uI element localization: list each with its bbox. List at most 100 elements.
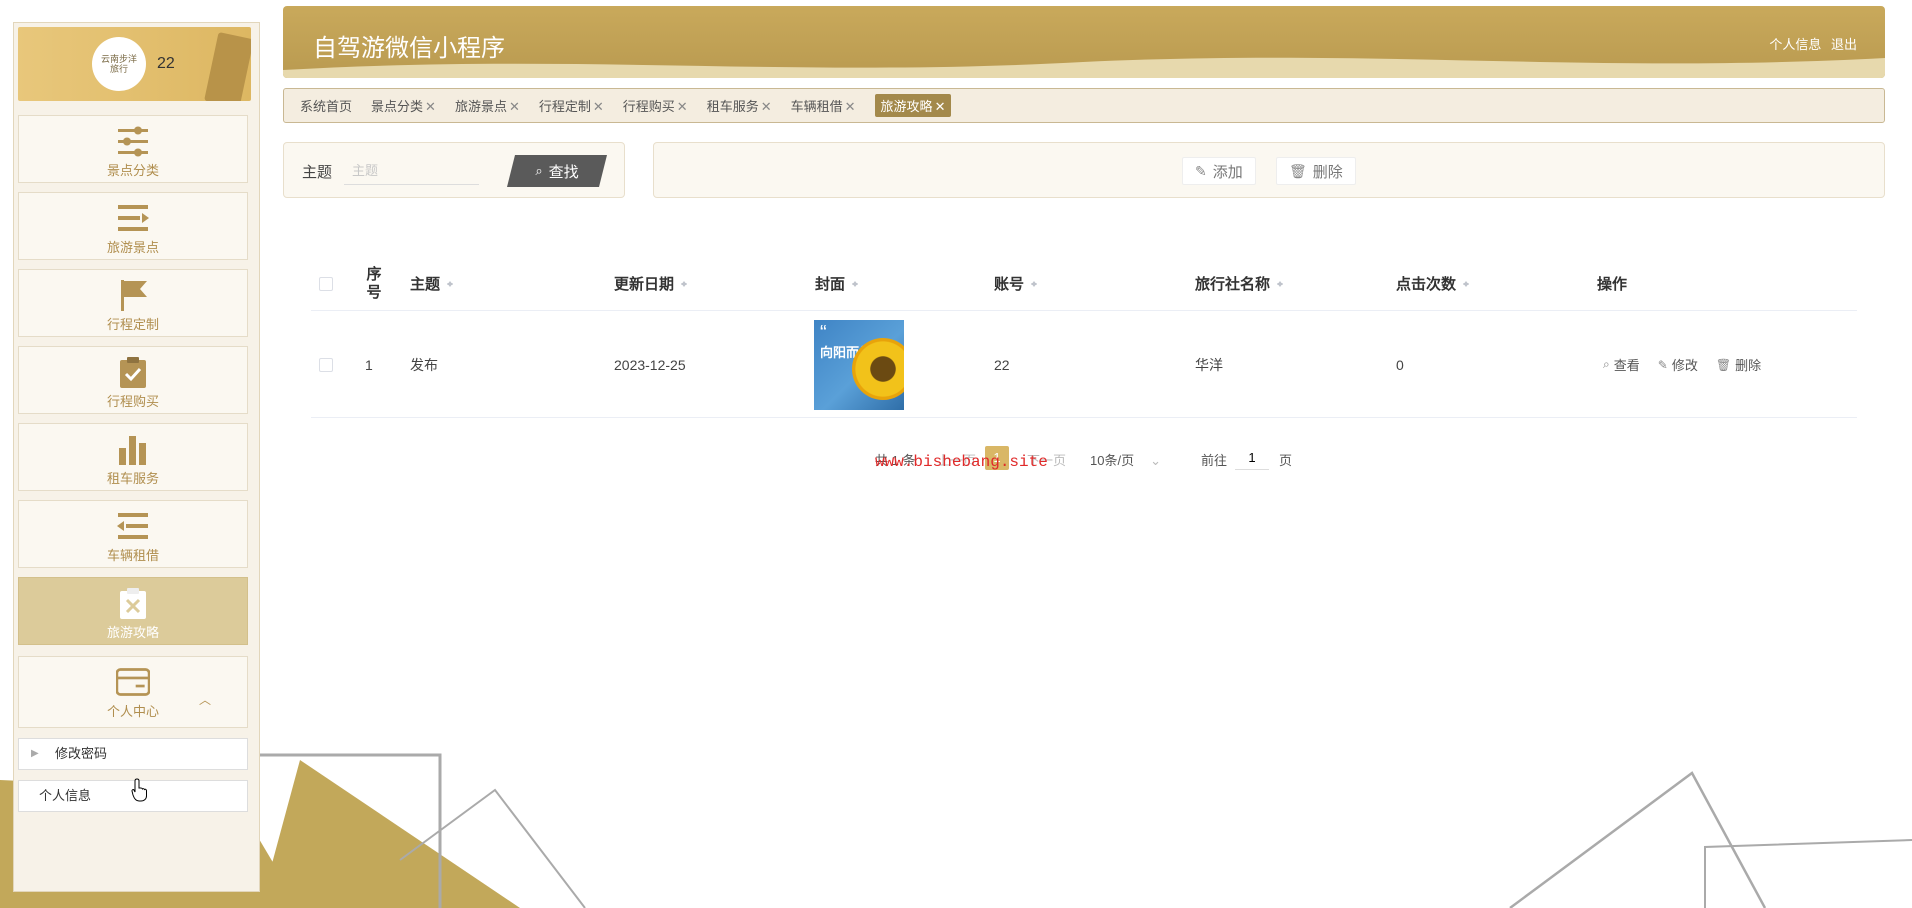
- trash-icon: 🗑: [1715, 357, 1732, 372]
- close-icon[interactable]: ✕: [593, 99, 604, 114]
- sidebar-subitem-label: 个人信息: [39, 788, 92, 803]
- sidebar-item-vehicle-rental[interactable]: 车辆租借: [18, 500, 248, 568]
- sunflower-graphic: [852, 337, 904, 400]
- sort-icon[interactable]: [446, 278, 454, 290]
- sidebar-item-scenic-spots[interactable]: 旅游景点: [18, 192, 248, 260]
- cell-clicks: 0: [1396, 356, 1404, 373]
- row-checkbox[interactable]: [319, 357, 333, 372]
- tab-scenic-category[interactable]: 景点分类 ✕: [371, 96, 436, 115]
- delete-button-label: 删除: [1735, 358, 1762, 373]
- row-checkbox-cell: [319, 311, 333, 418]
- column-header-clicks[interactable]: 点击次数: [1396, 256, 1470, 311]
- cell-actions: ⌕ 查看 ✎ 修改 🗑 删除: [1603, 311, 1779, 418]
- sidebar-subitem-label: 修改密码: [55, 746, 108, 761]
- sort-icon[interactable]: [1462, 278, 1470, 290]
- tab-vehicle-rental[interactable]: 车辆租借 ✕: [791, 96, 856, 115]
- sliders-icon: [118, 126, 148, 157]
- close-icon[interactable]: ✕: [509, 99, 520, 114]
- search-label: 主题: [302, 164, 333, 181]
- tab-label: 景点分类: [371, 99, 424, 114]
- flag-icon: [121, 280, 147, 311]
- search-button[interactable]: ⌕ 查找: [507, 155, 607, 187]
- select-all-checkbox[interactable]: [319, 276, 333, 291]
- card-icon: [116, 668, 150, 696]
- avatar[interactable]: 云南步洋旅行: [92, 37, 146, 91]
- sidebar-item-itinerary-purchase[interactable]: 行程购买: [18, 346, 248, 414]
- avatar-logo-text: 云南步洋旅行: [100, 54, 137, 74]
- sort-icon[interactable]: [851, 278, 859, 290]
- sidebar-subitem-change-password[interactable]: ▶ 修改密码: [18, 738, 248, 770]
- cell-agency-name: 华洋: [1195, 356, 1223, 373]
- sidebar-item-label: 租车服务: [106, 471, 159, 486]
- sidebar: 云南步洋旅行 22 景点分类 旅游景点 行程定制 行程购买 租车服务 车辆租借 …: [13, 22, 260, 892]
- tab-home[interactable]: 系统首页: [300, 96, 352, 115]
- sidebar-item-travel-guide[interactable]: 旅游攻略: [18, 577, 248, 645]
- logout-link[interactable]: 退出: [1831, 37, 1857, 52]
- tab-label: 行程购买: [622, 99, 675, 114]
- bar-chart-icon: [119, 436, 146, 465]
- sidebar-item-scenic-category[interactable]: 景点分类: [18, 115, 248, 183]
- sidebar-item-label: 个人中心: [106, 704, 159, 719]
- tab-car-rental-service[interactable]: 租车服务 ✕: [707, 96, 772, 115]
- sort-icon[interactable]: [680, 278, 688, 290]
- search-panel: 主题 ⌕ 查找: [283, 142, 625, 198]
- app-title: 自驾游微信小程序: [313, 35, 505, 62]
- column-header-agency-name[interactable]: 旅行社名称: [1195, 256, 1284, 311]
- view-button[interactable]: ⌕ 查看: [1603, 355, 1640, 374]
- tab-scenic-spots[interactable]: 旅游景点 ✕: [455, 96, 520, 115]
- goto-label: 前往: [1201, 453, 1228, 468]
- action-panel: ✎ 添加 🗑 删除: [653, 142, 1885, 198]
- column-header-index: 序号: [366, 265, 382, 301]
- cell-subject: 发布: [410, 356, 438, 373]
- list-outdent-icon: [117, 513, 148, 539]
- sidebar-item-label: 旅游攻略: [106, 625, 159, 640]
- column-header-cover[interactable]: 封面: [815, 256, 859, 311]
- tab-label: 车辆租借: [790, 99, 843, 114]
- tab-itinerary-purchase[interactable]: 行程购买 ✕: [623, 96, 688, 115]
- chevron-up-icon[interactable]: ︿: [199, 691, 211, 708]
- sidebar-item-label: 车辆租借: [106, 548, 159, 563]
- cover-image[interactable]: “ 向阳而生: [814, 319, 904, 410]
- close-icon[interactable]: ✕: [425, 99, 436, 114]
- clipboard-x-icon: [120, 588, 146, 619]
- sort-icon[interactable]: [1276, 278, 1284, 290]
- sidebar-item-label: 景点分类: [106, 163, 159, 178]
- goto-page-input[interactable]: [1235, 446, 1269, 470]
- cell-cover: “ 向阳而生: [814, 311, 904, 418]
- column-header-update-date[interactable]: 更新日期: [614, 256, 688, 311]
- column-header-label: 封面: [815, 276, 846, 293]
- column-header-label: 主题: [410, 276, 441, 293]
- sort-icon[interactable]: [1030, 278, 1038, 290]
- close-icon[interactable]: ✕: [845, 99, 856, 114]
- tab-itinerary-custom[interactable]: 行程定制 ✕: [539, 96, 604, 115]
- clipboard-check-icon: [120, 357, 146, 388]
- select-all-checkbox-cell: [319, 256, 333, 311]
- tab-travel-guide[interactable]: 旅游攻略 ✕: [874, 94, 952, 117]
- personal-info-link[interactable]: 个人信息: [1769, 37, 1821, 52]
- row-delete-button[interactable]: 🗑 删除: [1716, 355, 1761, 374]
- tab-bar: 系统首页 景点分类 ✕ 旅游景点 ✕ 行程定制 ✕ 行程购买 ✕ 租车服务 ✕ 车辆租借 ✕…: [283, 88, 1885, 123]
- subject-search-input[interactable]: [344, 157, 479, 185]
- column-header-label: 点击次数: [1396, 276, 1457, 293]
- page-size-select[interactable]: 10条/页 ⌄: [1090, 450, 1161, 469]
- column-header-subject[interactable]: 主题: [410, 256, 454, 311]
- sidebar-item-personal-center[interactable]: 个人中心 ︿: [18, 656, 248, 728]
- column-header-label: 更新日期: [614, 276, 675, 293]
- edit-icon: ✎: [1195, 162, 1207, 179]
- goto-suffix: 页: [1279, 453, 1293, 468]
- sidebar-item-label: 旅游景点: [106, 240, 159, 255]
- sidebar-item-car-rental-service[interactable]: 租车服务: [18, 423, 248, 491]
- sidebar-item-itinerary-custom[interactable]: 行程定制: [18, 269, 248, 337]
- edit-button[interactable]: ✎ 修改: [1658, 355, 1698, 374]
- add-button[interactable]: ✎ 添加: [1182, 157, 1256, 185]
- hand-cursor-icon: [131, 778, 147, 802]
- cell-index: 1: [365, 356, 373, 373]
- cell-account: 22: [994, 356, 1010, 373]
- header-decoration: [204, 32, 251, 101]
- column-header-account[interactable]: 账号: [994, 256, 1038, 311]
- delete-button[interactable]: 🗑 删除: [1276, 157, 1356, 185]
- close-icon[interactable]: ✕: [677, 99, 688, 114]
- close-icon[interactable]: ✕: [935, 99, 946, 114]
- list-indent-icon: [118, 205, 149, 231]
- close-icon[interactable]: ✕: [761, 99, 772, 114]
